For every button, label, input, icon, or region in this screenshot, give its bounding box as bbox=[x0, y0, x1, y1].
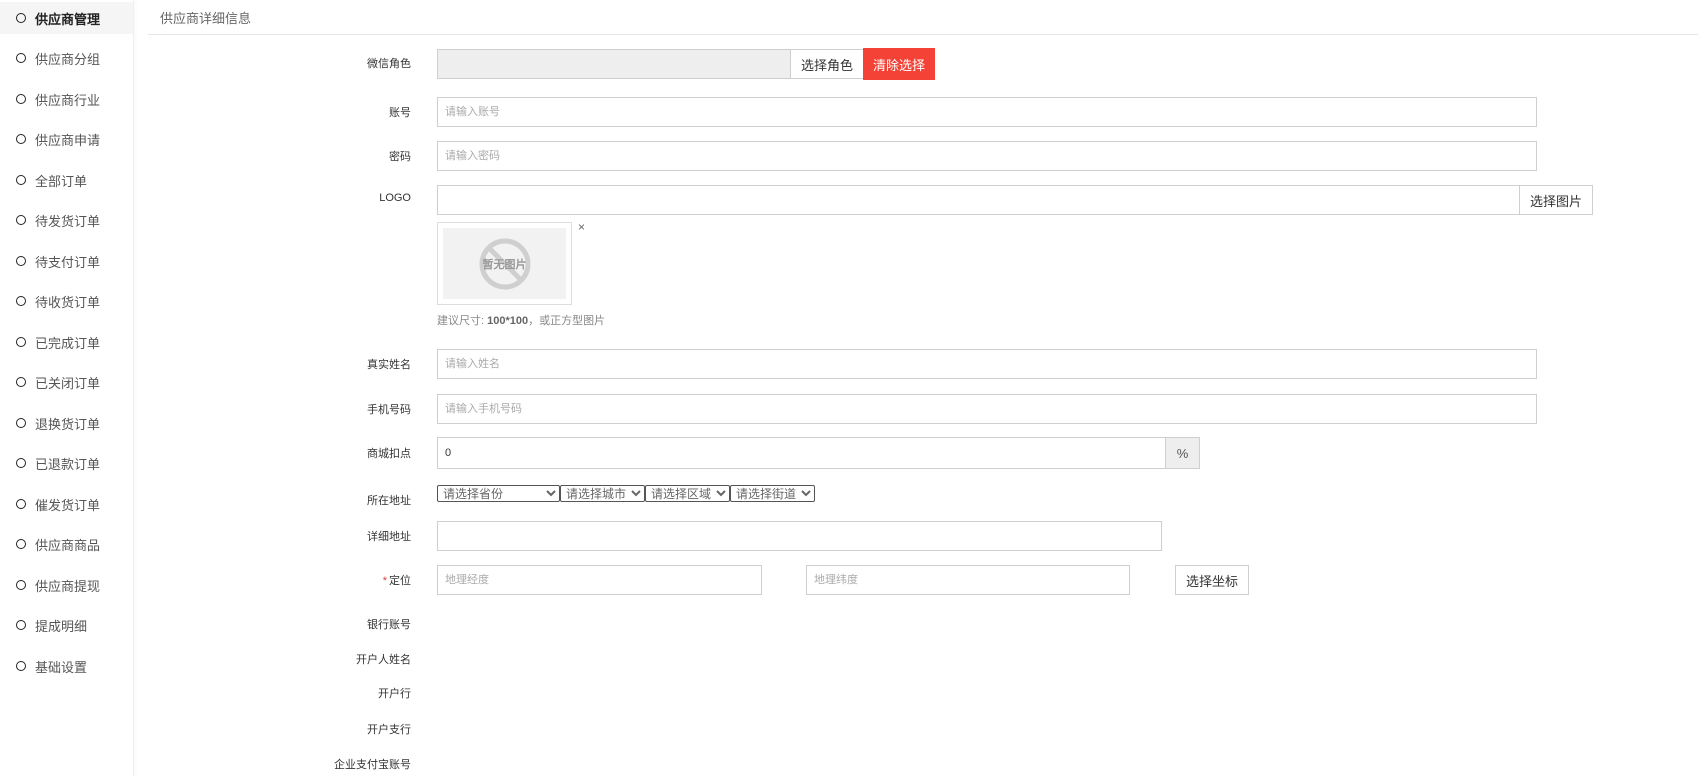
circle-bullet-icon bbox=[16, 661, 26, 671]
wechat-role-field[interactable] bbox=[437, 49, 791, 79]
account-label: 账号 bbox=[389, 107, 411, 119]
image-size-hint: 建议尺寸: 100*100，或正方型图片 bbox=[437, 312, 605, 328]
logo-label: LOGO bbox=[379, 192, 411, 204]
no-image-placeholder: 暂无图片 bbox=[443, 228, 566, 299]
sidebar-item-label: 催发货订单 bbox=[35, 497, 101, 513]
hint-size: 100*100 bbox=[487, 315, 529, 327]
alipay-account-label: 企业支付宝账号 bbox=[334, 759, 411, 771]
sidebar-item-label: 待支付订单 bbox=[35, 254, 101, 270]
real-name-input[interactable] bbox=[437, 349, 1537, 379]
logo-preview: 暂无图片 bbox=[437, 222, 572, 305]
circle-bullet-icon bbox=[16, 256, 26, 266]
circle-bullet-icon bbox=[16, 94, 26, 104]
sidebar-item-return-exchange[interactable]: 退换货订单 bbox=[0, 407, 133, 439]
circle-bullet-icon bbox=[16, 539, 26, 549]
sidebar-item-label: 供应商管理 bbox=[35, 11, 101, 27]
circle-bullet-icon bbox=[16, 418, 26, 428]
hint-suffix: ，或正方型图片 bbox=[528, 315, 606, 327]
sidebar-item-label: 基础设置 bbox=[35, 659, 88, 675]
sidebar-item-urge-shipment[interactable]: 催发货订单 bbox=[0, 488, 133, 520]
clear-selection-button[interactable]: 清除选择 bbox=[863, 48, 935, 80]
required-mark: * bbox=[382, 575, 387, 587]
longitude-input[interactable] bbox=[437, 565, 762, 595]
sidebar-item-label: 提成明细 bbox=[35, 618, 88, 634]
detail-address-input[interactable] bbox=[437, 521, 1162, 551]
sidebar-item-label: 供应商分组 bbox=[35, 51, 101, 67]
detail-address-label: 详细地址 bbox=[367, 531, 411, 543]
location-label-text: 定位 bbox=[389, 575, 411, 587]
sidebar-item-pending-shipment[interactable]: 待发货订单 bbox=[0, 204, 133, 236]
password-label: 密码 bbox=[389, 151, 411, 163]
sidebar-item-basic-settings[interactable]: 基础设置 bbox=[0, 650, 133, 682]
sidebar-item-supplier-goods[interactable]: 供应商商品 bbox=[0, 528, 133, 560]
hint-prefix: 建议尺寸: bbox=[437, 315, 488, 327]
sidebar: 供应商管理 供应商分组 供应商行业 供应商申请 全部订单 待发货订单 待支付订单… bbox=[0, 0, 134, 776]
sidebar-item-label: 待发货订单 bbox=[35, 213, 101, 229]
sidebar-item-closed-orders[interactable]: 已关闭订单 bbox=[0, 366, 133, 398]
circle-bullet-icon bbox=[16, 215, 26, 225]
sidebar-item-pending-payment[interactable]: 待支付订单 bbox=[0, 245, 133, 277]
phone-label: 手机号码 bbox=[367, 404, 411, 416]
latitude-input[interactable] bbox=[806, 565, 1130, 595]
no-image-text: 暂无图片 bbox=[482, 258, 527, 271]
percent-addon: % bbox=[1165, 437, 1200, 469]
sidebar-item-label: 供应商商品 bbox=[35, 537, 101, 553]
sidebar-item-all-orders[interactable]: 全部订单 bbox=[0, 164, 133, 196]
logo-path-input[interactable] bbox=[437, 185, 1520, 215]
page-title: 供应商详细信息 bbox=[160, 11, 252, 26]
sidebar-item-supplier-industry[interactable]: 供应商行业 bbox=[0, 83, 133, 115]
circle-bullet-icon bbox=[16, 499, 26, 509]
sidebar-item-label: 供应商行业 bbox=[35, 92, 101, 108]
circle-bullet-icon bbox=[16, 580, 26, 590]
circle-bullet-icon bbox=[16, 337, 26, 347]
district-select[interactable]: 请选择区域 bbox=[645, 485, 730, 502]
circle-bullet-icon bbox=[16, 458, 26, 468]
sidebar-item-supplier-management[interactable]: 供应商管理 bbox=[0, 2, 133, 34]
circle-bullet-icon bbox=[16, 620, 26, 630]
sidebar-item-supplier-application[interactable]: 供应商申请 bbox=[0, 123, 133, 155]
bank-branch-label: 开户支行 bbox=[367, 724, 411, 736]
bank-account-label: 银行账号 bbox=[367, 619, 411, 631]
circle-bullet-icon bbox=[16, 296, 26, 306]
password-input[interactable] bbox=[437, 141, 1537, 171]
sidebar-item-supplier-withdraw[interactable]: 供应商提现 bbox=[0, 569, 133, 601]
circle-bullet-icon bbox=[16, 13, 26, 23]
location-label: * 定位 bbox=[261, 572, 411, 588]
sidebar-item-refunded-orders[interactable]: 已退款订单 bbox=[0, 447, 133, 479]
city-select[interactable]: 请选择城市 bbox=[560, 485, 645, 502]
sidebar-item-label: 已完成订单 bbox=[35, 335, 101, 351]
commission-input[interactable] bbox=[437, 437, 1166, 469]
account-input[interactable] bbox=[437, 97, 1537, 127]
choose-role-button[interactable]: 选择角色 bbox=[790, 49, 864, 79]
bank-label: 开户行 bbox=[378, 688, 411, 700]
sidebar-item-label: 已退款订单 bbox=[35, 456, 101, 472]
sidebar-item-label: 供应商申请 bbox=[35, 132, 101, 148]
sidebar-item-pending-receipt[interactable]: 待收货订单 bbox=[0, 285, 133, 317]
sidebar-item-label: 全部订单 bbox=[35, 173, 88, 189]
street-select[interactable]: 请选择街道 bbox=[730, 485, 815, 502]
sidebar-item-supplier-group[interactable]: 供应商分组 bbox=[0, 42, 133, 74]
sidebar-item-completed-orders[interactable]: 已完成订单 bbox=[0, 326, 133, 358]
sidebar-item-label: 待收货订单 bbox=[35, 294, 101, 310]
sidebar-item-label: 已关闭订单 bbox=[35, 375, 101, 391]
commission-label: 商城扣点 bbox=[367, 448, 411, 460]
address-label: 所在地址 bbox=[367, 495, 411, 507]
page-header: 供应商详细信息 bbox=[148, 0, 1698, 35]
account-holder-label: 开户人姓名 bbox=[356, 654, 411, 666]
sidebar-item-label: 退换货订单 bbox=[35, 416, 101, 432]
remove-image-icon[interactable]: × bbox=[578, 220, 585, 234]
sidebar-item-commission-detail[interactable]: 提成明细 bbox=[0, 609, 133, 641]
wechat-role-label: 微信角色 bbox=[367, 58, 411, 70]
sidebar-item-label: 供应商提现 bbox=[35, 578, 101, 594]
choose-image-button[interactable]: 选择图片 bbox=[1519, 185, 1593, 215]
phone-input[interactable] bbox=[437, 394, 1537, 424]
real-name-label: 真实姓名 bbox=[367, 359, 411, 371]
circle-bullet-icon bbox=[16, 53, 26, 63]
circle-bullet-icon bbox=[16, 175, 26, 185]
circle-bullet-icon bbox=[16, 377, 26, 387]
province-select[interactable]: 请选择省份 bbox=[437, 485, 560, 502]
circle-bullet-icon bbox=[16, 134, 26, 144]
choose-coordinates-button[interactable]: 选择坐标 bbox=[1175, 565, 1249, 595]
